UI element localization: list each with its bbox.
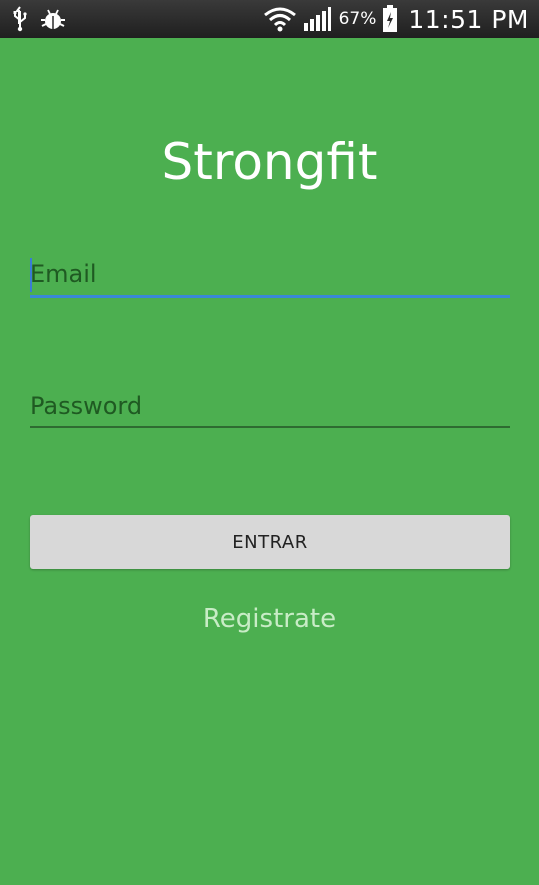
signal-icon [303, 6, 331, 32]
email-underline [30, 295, 510, 298]
status-bar: 67% 11:51 PM [0, 0, 539, 38]
password-underline [30, 426, 510, 428]
password-field[interactable] [30, 388, 510, 424]
email-field[interactable] [30, 256, 510, 292]
battery-percent: 67% [338, 9, 377, 29]
status-right-icons: 67% 11:51 PM [263, 0, 529, 38]
battery-charging-icon [382, 5, 398, 33]
wifi-icon [263, 6, 297, 32]
text-cursor [30, 258, 32, 292]
app-title: Strongfit [161, 133, 378, 191]
status-left-icons [12, 5, 66, 33]
login-button[interactable]: ENTRAR [30, 515, 510, 569]
email-field-container [30, 256, 510, 298]
usb-icon [12, 6, 28, 32]
password-field-container [30, 388, 510, 428]
status-clock: 11:51 PM [408, 4, 529, 34]
debug-bug-icon [40, 7, 66, 31]
register-link[interactable]: Registrate [0, 604, 539, 634]
